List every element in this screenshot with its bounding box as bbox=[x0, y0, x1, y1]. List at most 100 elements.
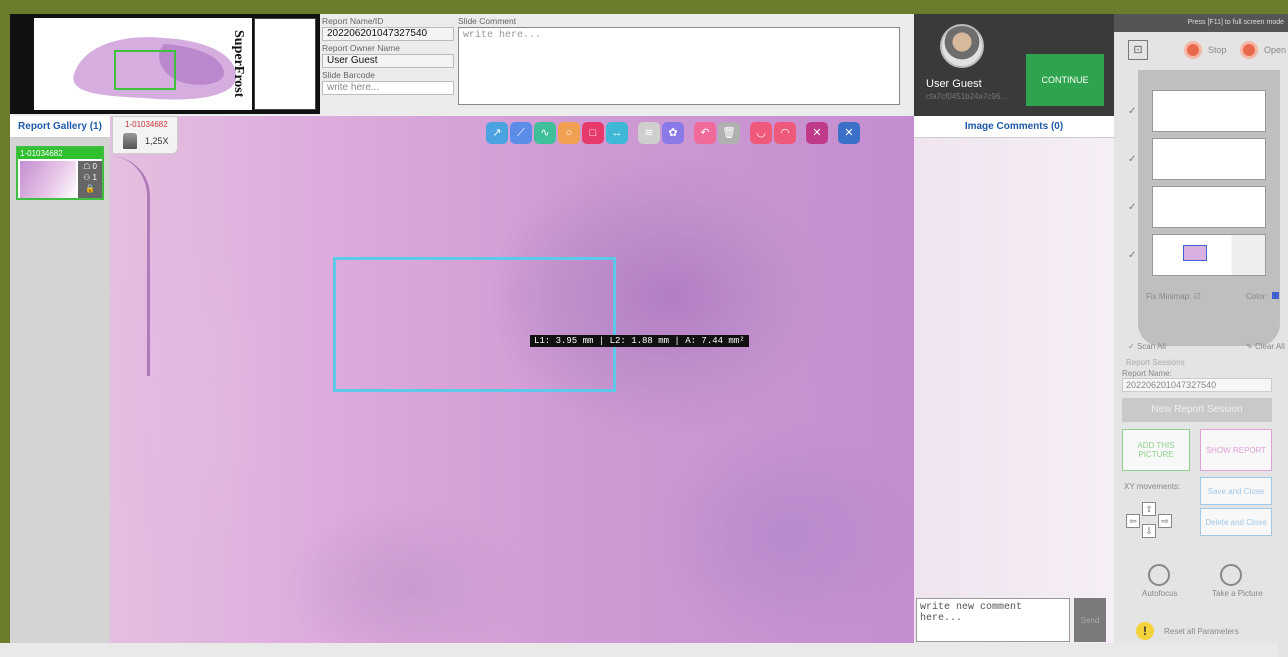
annotation-toolbar: ↗ ⟋ ∿ ○ □ ↔ ≋ ✿ ↶ 🗑 ◡ ◠ ✕ ✕ bbox=[486, 122, 860, 146]
report-gallery: Report Gallery (1) 1-01034682 ☖ 0 ⚇ 1 🔒 bbox=[10, 116, 110, 657]
slide-barcode-input[interactable]: write here... bbox=[322, 81, 454, 95]
app-frame: SuperFrost Report Name/ID 20220620104732… bbox=[10, 14, 1288, 657]
zoom-indicator: 1-01034682 1,25X bbox=[112, 116, 178, 154]
image-comments: Image Comments (0) write new comment her… bbox=[914, 116, 1114, 657]
comment-count-icon: ☖ bbox=[83, 162, 91, 171]
report-owner-label: Report Owner Name bbox=[322, 43, 400, 53]
slide-label-area bbox=[254, 18, 316, 110]
stop-button[interactable]: Stop bbox=[1208, 45, 1227, 55]
show-annotations-icon[interactable]: ◠ bbox=[774, 122, 796, 144]
slot-3[interactable]: 3 bbox=[1152, 138, 1266, 180]
user-id: cfa7cf0451b24a7c96... bbox=[926, 92, 1007, 101]
annotation-count: 1 bbox=[92, 173, 97, 182]
gallery-item[interactable]: 1-01034682 ☖ 0 ⚇ 1 🔒 bbox=[16, 146, 104, 200]
move-up-button[interactable]: ⇧ bbox=[1142, 502, 1156, 516]
fix-minimap-toggle[interactable]: Fix Minimap: ☑ bbox=[1146, 292, 1201, 301]
clear-all-button[interactable]: ✎ Clear All bbox=[1246, 342, 1285, 351]
report-gallery-title: Report Gallery (1) bbox=[10, 116, 110, 138]
add-picture-button[interactable]: ADD THIS PICTURE bbox=[1122, 429, 1190, 471]
rectangle-tool-icon[interactable]: □ bbox=[582, 122, 604, 144]
slot-4[interactable]: 4 bbox=[1152, 90, 1266, 132]
report-name-label-right: Report Name: bbox=[1122, 369, 1172, 378]
close-viewer-icon[interactable]: ✕ bbox=[838, 122, 860, 144]
slide-barcode-label: Slide Barcode bbox=[322, 70, 375, 80]
hide-annotations-icon[interactable]: ◡ bbox=[750, 122, 772, 144]
stop-icon[interactable] bbox=[1184, 41, 1202, 59]
move-right-button[interactable]: ⇨ bbox=[1158, 514, 1172, 528]
save-and-close-button[interactable]: Save and Close bbox=[1200, 477, 1272, 505]
scanner-panel: Press [F11] to full screen mode ⊡ Stop O… bbox=[1114, 14, 1288, 657]
slot-1-scan-rect bbox=[1183, 245, 1207, 261]
arrow-tool-icon[interactable]: ↗ bbox=[486, 122, 508, 144]
color-palette-icon[interactable]: ✿ bbox=[662, 122, 684, 144]
autofocus-button[interactable]: Autofocus bbox=[1142, 589, 1178, 598]
scan-slot-3-icon[interactable]: ✓ bbox=[1128, 154, 1136, 165]
status-strip bbox=[0, 643, 1278, 657]
layers-icon[interactable]: ≋ bbox=[638, 122, 660, 144]
color-swatch[interactable] bbox=[1272, 292, 1279, 299]
slide-comment: Slide Comment write here... bbox=[458, 16, 900, 105]
move-left-button[interactable]: ⇦ bbox=[1126, 514, 1140, 528]
measurement-rectangle[interactable] bbox=[333, 257, 616, 392]
scan-slot-1-icon[interactable]: ✓ bbox=[1128, 250, 1136, 261]
undo-icon[interactable]: ↶ bbox=[694, 122, 716, 144]
collapse-icon[interactable]: ✕ bbox=[806, 122, 828, 144]
user-name: User Guest bbox=[926, 78, 982, 90]
slide-viewer[interactable]: L1: 3.95 mm | L2: 1.88 mm | A: 7.44 mm² … bbox=[110, 116, 914, 657]
trash-icon[interactable]: 🗑 bbox=[718, 122, 740, 144]
gallery-item-thumbnail bbox=[20, 161, 76, 198]
region-select-icon[interactable]: ⊡ bbox=[1128, 40, 1148, 60]
xy-movements-label: XY movements: bbox=[1124, 482, 1181, 491]
scanner-controls: ⊡ Stop Open bbox=[1126, 40, 1286, 62]
move-down-button[interactable]: ⇩ bbox=[1142, 524, 1156, 538]
send-comment-button[interactable]: Send bbox=[1074, 598, 1106, 642]
report-info: Report Name/ID 202206201047327540 Report… bbox=[322, 16, 454, 97]
viewer-slide-id: 1-01034682 bbox=[125, 120, 168, 129]
continue-button[interactable]: CONTINUE bbox=[1026, 54, 1104, 106]
new-comment-input[interactable]: write new comment here... bbox=[916, 598, 1070, 642]
warning-icon: ! bbox=[1136, 622, 1154, 640]
slide-brand-label: SuperFrost bbox=[231, 30, 246, 98]
reset-parameters-button[interactable]: Reset all Parameters bbox=[1164, 627, 1239, 636]
scan-slot-2-icon[interactable]: ✓ bbox=[1128, 202, 1136, 213]
circle-tool-icon[interactable]: ○ bbox=[558, 122, 580, 144]
tissue-edge bbox=[110, 156, 150, 376]
comment-count: 0 bbox=[92, 162, 97, 171]
delete-and-close-button[interactable]: Delete and Close bbox=[1200, 508, 1272, 536]
open-button[interactable]: Open bbox=[1264, 45, 1286, 55]
autofocus-icon[interactable] bbox=[1148, 564, 1170, 586]
line-tool-icon[interactable]: ⟋ bbox=[510, 122, 532, 144]
take-picture-button[interactable]: Take a Picture bbox=[1212, 589, 1263, 598]
freehand-tool-icon[interactable]: ∿ bbox=[534, 122, 556, 144]
minimap-viewport-rect[interactable] bbox=[114, 50, 176, 90]
user-panel: User Guest cfa7cf0451b24a7c96... CONTINU… bbox=[914, 14, 1114, 116]
slide-macro-image: SuperFrost bbox=[10, 14, 320, 114]
open-icon[interactable] bbox=[1240, 41, 1258, 59]
scan-icon: ✓ bbox=[1128, 342, 1137, 351]
gallery-item-id: 1-01034682 bbox=[18, 148, 102, 159]
report-name-field[interactable]: 202206201047327540 bbox=[322, 27, 454, 41]
report-owner-field[interactable]: User Guest bbox=[322, 54, 454, 68]
slide-glass bbox=[34, 18, 252, 110]
color-label: Color: bbox=[1246, 292, 1268, 301]
annotation-count-icon: ⚇ bbox=[83, 173, 91, 182]
measurement-label: L1: 3.95 mm | L2: 1.88 mm | A: 7.44 mm² bbox=[530, 335, 749, 347]
report-sessions-label: Report Sessions bbox=[1126, 358, 1185, 367]
slot-1[interactable]: 1 bbox=[1152, 234, 1266, 276]
objective-icon bbox=[123, 133, 137, 149]
new-report-session-button[interactable]: New Report Session bbox=[1122, 398, 1272, 422]
slot-2[interactable]: 2 bbox=[1152, 186, 1266, 228]
zoom-level: 1,25X bbox=[145, 136, 169, 146]
avatar bbox=[940, 24, 984, 68]
gallery-item-stats: ☖ 0 ⚇ 1 🔒 bbox=[78, 161, 102, 198]
camera-icon[interactable] bbox=[1220, 564, 1242, 586]
scan-slot-4-icon[interactable]: ✓ bbox=[1128, 106, 1136, 117]
lock-icon: 🔒 bbox=[85, 184, 95, 193]
show-report-button[interactable]: SHOW REPORT bbox=[1200, 429, 1272, 471]
ruler-tool-icon[interactable]: ↔ bbox=[606, 122, 628, 144]
clear-icon: ✎ bbox=[1246, 342, 1255, 351]
slide-tray: 4 3 2 1 Fix Minimap: ☑ Color: bbox=[1138, 70, 1280, 346]
image-comments-title: Image Comments (0) bbox=[914, 116, 1114, 138]
scan-all-button[interactable]: ✓ Scan All bbox=[1128, 342, 1166, 351]
slide-comment-input[interactable]: write here... bbox=[458, 27, 900, 105]
